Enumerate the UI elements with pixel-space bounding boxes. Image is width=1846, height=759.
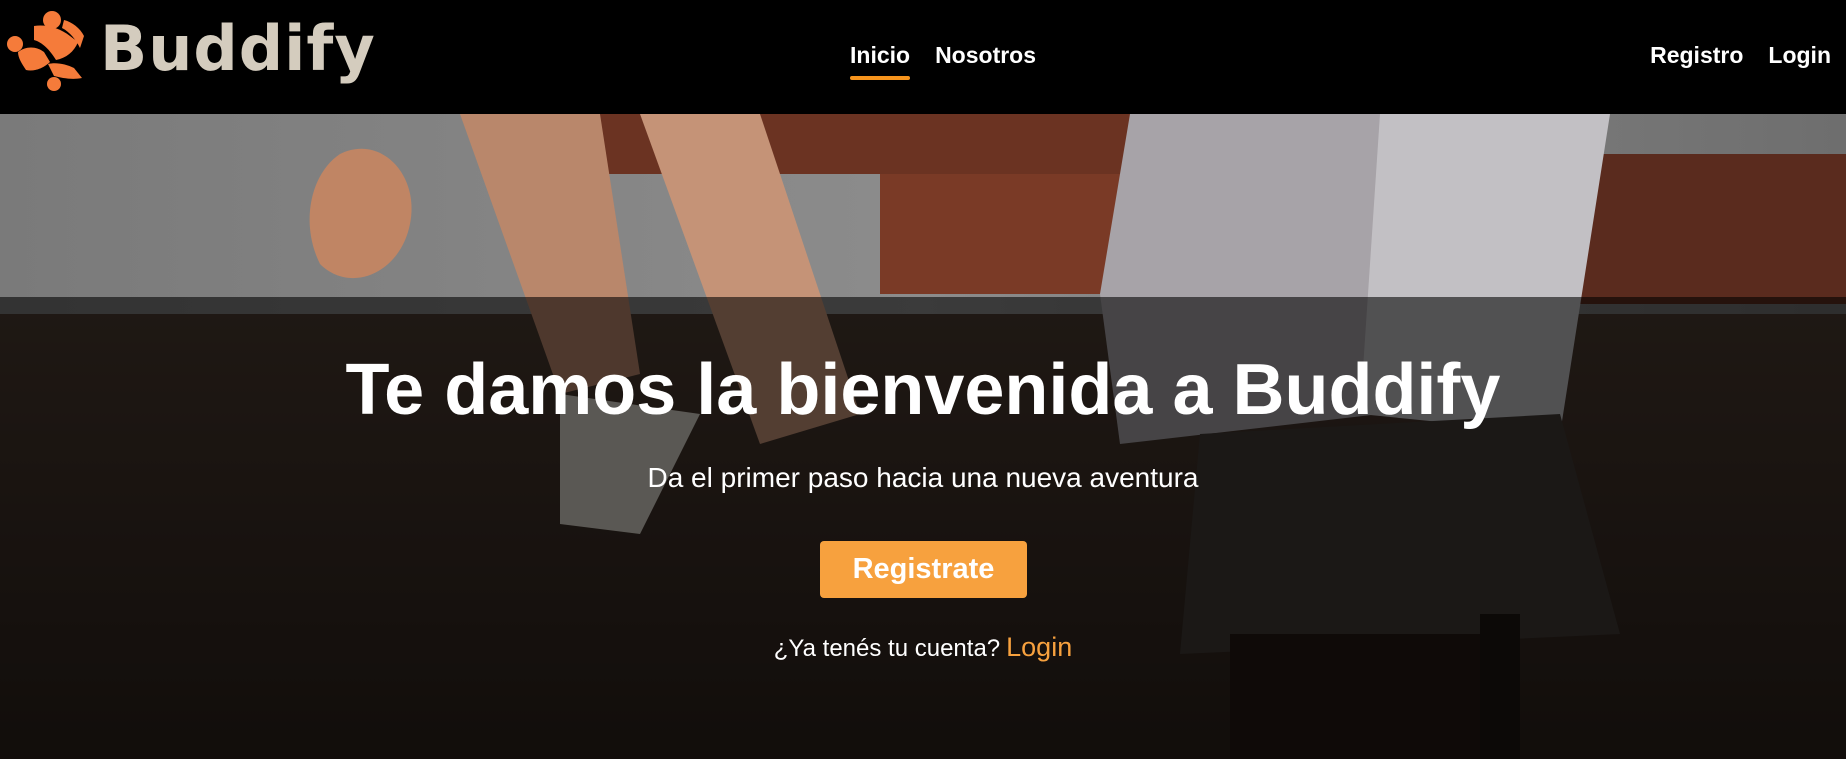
login-prompt-line: ¿Ya tenés tu cuenta? Login [0, 634, 1846, 661]
auth-nav: Registro Login [1625, 0, 1831, 110]
buddify-logo-icon [7, 11, 84, 91]
hero-subtitle: Da el primer paso hacia una nueva aventu… [647, 462, 1199, 493]
navbar: Buddify Inicio Nosotros Registro Login [0, 0, 1846, 114]
hero-section: Te damos la bienvenida a Buddify Da el p… [0, 114, 1846, 759]
nav-link-login[interactable]: Login [1768, 42, 1831, 69]
brand-logo[interactable]: Buddify [4, 6, 376, 92]
nav-link-registro[interactable]: Registro [1650, 42, 1743, 69]
nav-link-nosotros[interactable]: Nosotros [935, 42, 1036, 69]
login-link[interactable]: Login [1006, 632, 1072, 662]
main-nav: Inicio Nosotros [850, 0, 1061, 110]
nav-link-inicio[interactable]: Inicio [850, 42, 911, 80]
brand-name: Buddify [100, 12, 376, 85]
hero-title: Te damos la bienvenida a Buddify [345, 350, 1501, 430]
login-prompt-text: ¿Ya tenés tu cuenta? [773, 635, 1001, 662]
register-cta-button[interactable]: Registrate [820, 541, 1027, 598]
